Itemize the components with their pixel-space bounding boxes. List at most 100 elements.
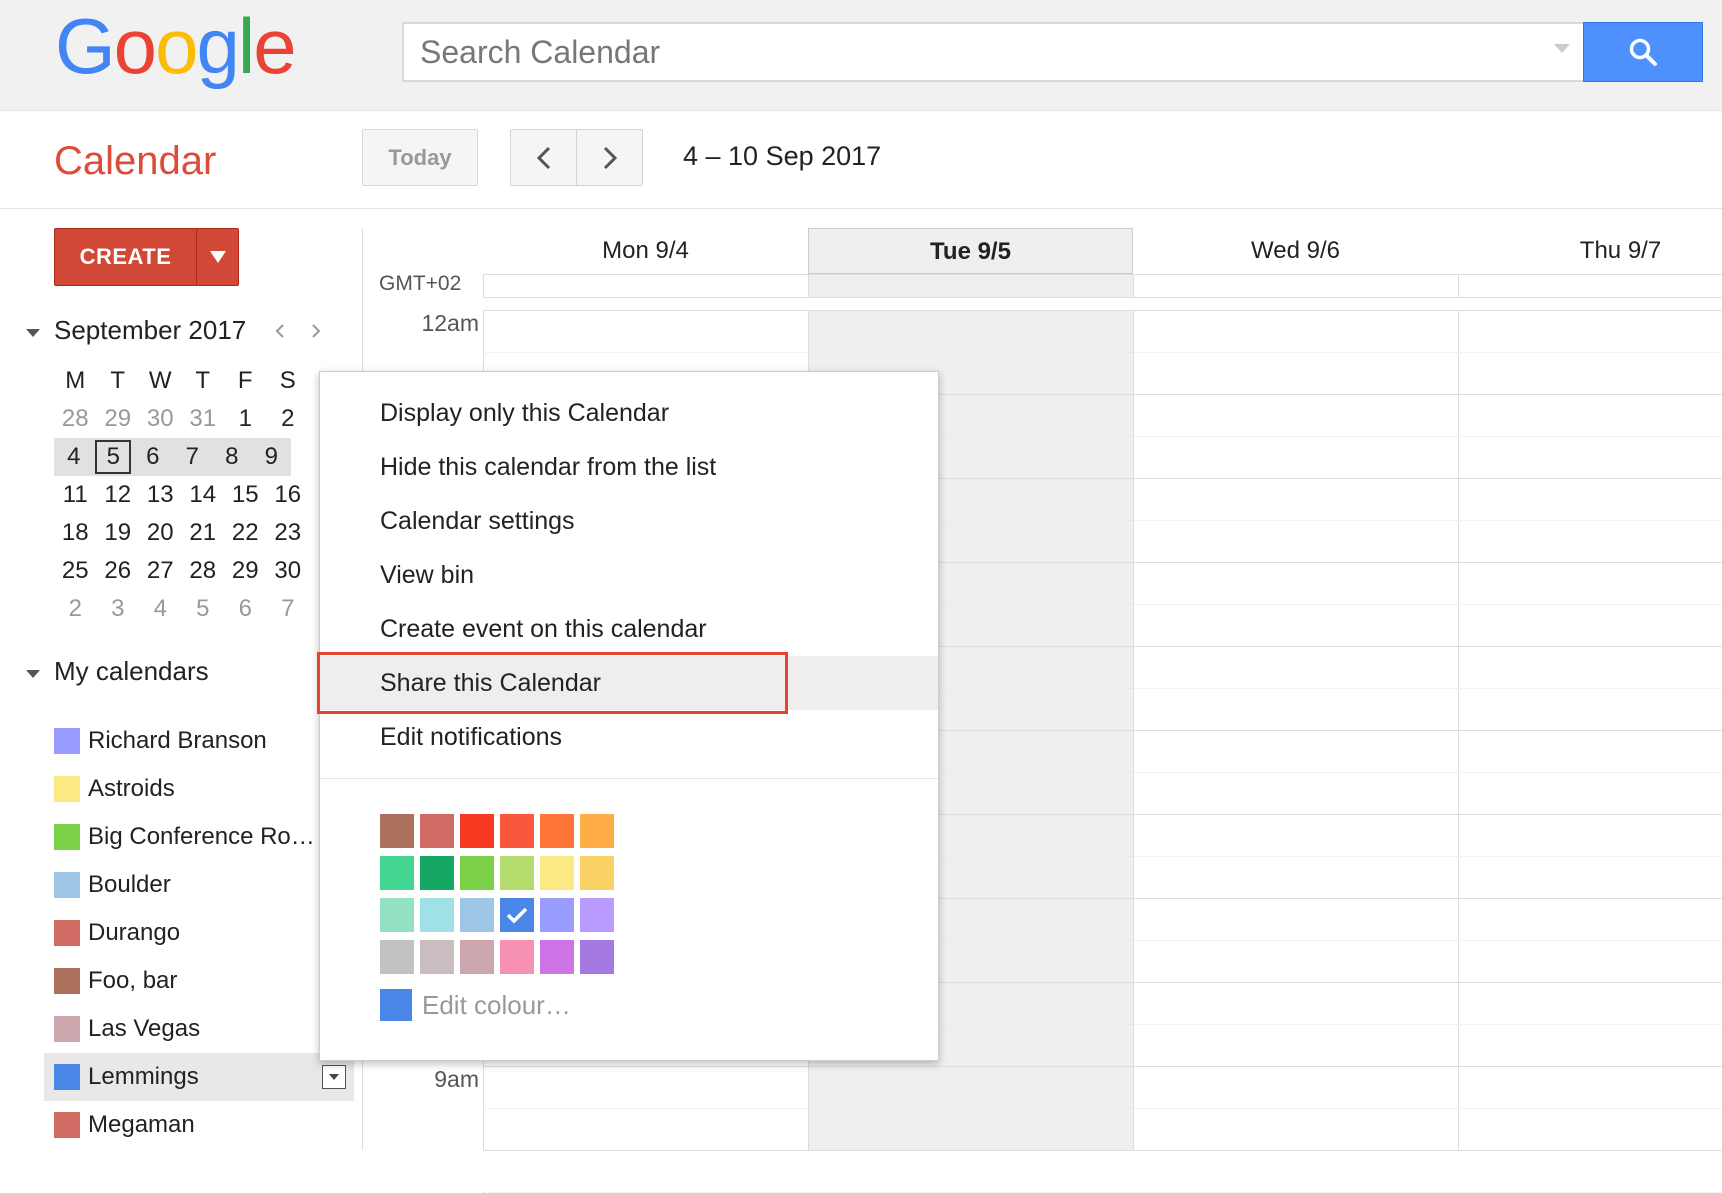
context-menu-item[interactable]: Display only this Calendar [320, 386, 938, 440]
mini-calendar-week[interactable]: 456789 [54, 438, 291, 476]
mini-calendar-day[interactable]: 18 [54, 519, 97, 547]
color-swatch[interactable] [420, 856, 454, 890]
color-swatch[interactable] [540, 814, 574, 848]
mini-calendar-day[interactable]: 21 [182, 519, 225, 547]
color-swatch[interactable] [380, 940, 414, 974]
color-swatch[interactable] [580, 898, 614, 932]
color-swatch[interactable] [380, 814, 414, 848]
color-swatch[interactable] [500, 898, 534, 932]
mini-calendar-week[interactable]: 28 29 30 31 1 2 [54, 400, 309, 438]
context-menu-item[interactable]: Calendar settings [320, 494, 938, 548]
day-header[interactable]: Thu 9/7 [1458, 228, 1722, 274]
color-swatch[interactable] [380, 898, 414, 932]
calendar-options-dropdown[interactable] [322, 1065, 346, 1089]
mini-calendar-day[interactable]: 4 [54, 443, 93, 471]
mini-calendar-day[interactable]: 2 [54, 595, 97, 623]
mini-calendar-day[interactable]: 25 [54, 557, 97, 585]
day-header[interactable]: Mon 9/4 [483, 228, 808, 274]
color-swatch[interactable] [460, 898, 494, 932]
all-day-cell[interactable] [808, 275, 1133, 297]
calendar-item[interactable]: Lemmings [44, 1053, 354, 1101]
mini-calendar-day[interactable]: 4 [139, 595, 182, 623]
day-header[interactable]: Tue 9/5 [808, 228, 1133, 274]
mini-calendar-week[interactable]: 11 12 13 14 15 16 [54, 476, 309, 514]
mini-calendar-day[interactable]: 28 [54, 405, 97, 433]
color-swatch[interactable] [540, 856, 574, 890]
next-week-button[interactable] [576, 130, 642, 185]
mini-calendar-day[interactable]: 14 [182, 481, 225, 509]
create-dropdown-button[interactable] [196, 229, 238, 285]
all-day-row[interactable] [483, 274, 1722, 298]
mini-calendar-day[interactable]: 1 [224, 405, 267, 433]
mini-calendar-day[interactable]: 2 [267, 405, 310, 433]
color-swatch[interactable] [540, 898, 574, 932]
mini-calendar-day[interactable]: 23 [267, 519, 310, 547]
mini-calendar-day[interactable]: 8 [212, 443, 251, 471]
color-swatch[interactable] [420, 814, 454, 848]
calendar-item[interactable]: Boulder [44, 861, 354, 909]
collapse-icon[interactable] [26, 329, 40, 337]
mini-calendar-week[interactable]: 25 26 27 28 29 30 [54, 552, 309, 590]
mini-calendar-day[interactable]: 6 [133, 443, 172, 471]
mini-calendar-week[interactable]: 234567 [54, 590, 309, 628]
mini-calendar-week[interactable]: 18 19 20 21 22 23 [54, 514, 309, 552]
mini-calendar-day[interactable]: 22 [224, 519, 267, 547]
context-menu-item[interactable]: Create event on this calendar [320, 602, 938, 656]
collapse-icon[interactable] [26, 670, 40, 678]
color-swatch[interactable] [580, 940, 614, 974]
search-input[interactable] [404, 24, 1534, 80]
mini-calendar-day[interactable]: 27 [139, 557, 182, 585]
mini-calendar-day[interactable]: 16 [267, 481, 310, 509]
mini-calendar-day[interactable]: 30 [267, 557, 310, 585]
mini-calendar-day[interactable]: 7 [173, 443, 212, 471]
previous-week-button[interactable] [511, 130, 576, 185]
all-day-cell[interactable] [483, 275, 808, 297]
mini-calendar-day[interactable]: 29 [97, 405, 140, 433]
calendar-item[interactable]: Astroids [44, 765, 354, 813]
all-day-cell[interactable] [1133, 275, 1458, 297]
google-logo[interactable]: Google [55, 6, 297, 86]
mini-calendar-day[interactable]: 15 [224, 481, 267, 509]
calendar-item[interactable]: Megaman [44, 1101, 354, 1149]
edit-colour-option[interactable]: Edit colour… [380, 989, 571, 1021]
mini-calendar-day[interactable]: 3 [97, 595, 140, 623]
search-options-dropdown-icon[interactable] [1554, 44, 1570, 53]
color-swatch[interactable] [580, 856, 614, 890]
color-swatch[interactable] [500, 856, 534, 890]
mini-calendar-prev-button[interactable] [274, 319, 286, 347]
mini-calendar-day[interactable]: 31 [182, 405, 225, 433]
calendar-item[interactable]: Las Vegas [44, 1005, 354, 1053]
day-header[interactable]: Wed 9/6 [1133, 228, 1458, 274]
mini-calendar-today[interactable]: 5 [95, 440, 132, 474]
mini-calendar-day[interactable]: 28 [182, 557, 225, 585]
mini-calendar-day[interactable]: 30 [139, 405, 182, 433]
mini-calendar-day[interactable]: 19 [97, 519, 140, 547]
color-swatch[interactable] [500, 814, 534, 848]
mini-calendar-day[interactable]: 26 [97, 557, 140, 585]
mini-calendar-day[interactable]: 29 [224, 557, 267, 585]
mini-calendar-day[interactable]: 9 [252, 443, 291, 471]
color-swatch[interactable] [420, 940, 454, 974]
today-button[interactable]: Today [362, 129, 478, 186]
color-swatch[interactable] [380, 856, 414, 890]
color-swatch[interactable] [460, 814, 494, 848]
mini-calendar-day[interactable]: 5 [182, 595, 225, 623]
create-button[interactable]: CREATE [55, 229, 196, 285]
color-swatch[interactable] [420, 898, 454, 932]
mini-calendar-day[interactable]: 11 [54, 481, 97, 509]
all-day-cell[interactable] [1458, 275, 1722, 297]
color-swatch[interactable] [580, 814, 614, 848]
context-menu-item[interactable]: Hide this calendar from the list [320, 440, 938, 494]
color-swatch[interactable] [500, 940, 534, 974]
color-swatch[interactable] [460, 856, 494, 890]
context-menu-item[interactable]: View bin [320, 548, 938, 602]
calendar-item[interactable]: Richard Branson [44, 717, 354, 765]
context-menu-item[interactable]: Edit notifications [320, 710, 938, 764]
color-swatch[interactable] [540, 940, 574, 974]
my-calendars-title[interactable]: My calendars [54, 656, 209, 687]
search-button[interactable] [1583, 22, 1703, 82]
calendar-item[interactable]: Big Conference Roo… [44, 813, 354, 861]
mini-calendar-day[interactable]: 6 [224, 595, 267, 623]
mini-calendar-day[interactable]: 7 [267, 595, 310, 623]
mini-calendar-next-button[interactable] [310, 319, 322, 347]
